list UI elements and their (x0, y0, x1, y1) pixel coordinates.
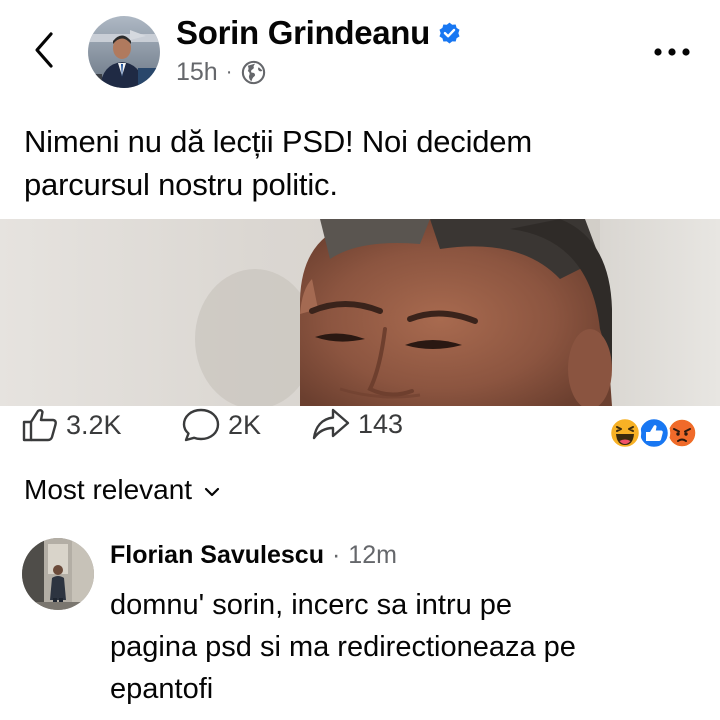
comment-sort-label: Most relevant (24, 474, 193, 505)
comment-text-line: pagina psd si ma redirectioneaza pe (110, 631, 576, 663)
comment-bubble-icon (182, 408, 220, 442)
comment-avatar[interactable] (22, 538, 94, 610)
post-text-line: Nimeni nu dă lecții PSD! Noi decidem (24, 124, 532, 159)
post-image[interactable] (0, 219, 720, 406)
author-avatar[interactable] (88, 16, 160, 88)
post-header: Sorin Grindeanu 15h · (0, 0, 720, 110)
more-options-icon (654, 48, 690, 56)
author-name-link[interactable]: Sorin Grindeanu (176, 14, 430, 52)
comment-text-line: epantofi (110, 673, 214, 705)
comment-text: domnu' sorin, incerc sa intru pe pagina … (110, 584, 690, 710)
angry-reaction-icon (666, 417, 698, 449)
post-time[interactable]: 15h (176, 58, 218, 87)
comment-header: Florian Savulescu · 12m (110, 541, 397, 570)
post-actions-bar: 3.2K 2K 143 (0, 406, 720, 450)
post-text-line: parcursul nostru politic. (24, 167, 338, 202)
more-options-button[interactable] (650, 40, 694, 64)
reactions-summary[interactable] (608, 416, 700, 450)
globe-icon (242, 60, 266, 85)
like-reaction-icon (637, 416, 671, 450)
comment-author[interactable]: Florian Savulescu (110, 541, 324, 570)
author-name: Sorin Grindeanu (176, 14, 462, 52)
comment-time: 12m (348, 541, 397, 569)
reaction-icons (608, 416, 698, 450)
comment-separator: · (331, 541, 341, 569)
like-button[interactable]: 3.2K (22, 408, 122, 442)
comment-sort-dropdown[interactable]: Most relevant (24, 474, 220, 506)
comment-button[interactable]: 2K (182, 408, 261, 442)
share-count: 143 (358, 408, 404, 439)
commenter-avatar-image (22, 538, 94, 610)
thumbs-up-icon (22, 409, 57, 442)
comment-count: 2K (228, 409, 262, 440)
verified-badge-icon (437, 21, 462, 46)
chevron-left-icon (35, 32, 53, 68)
back-button[interactable] (26, 30, 62, 70)
share-button[interactable]: 143 (312, 408, 403, 440)
post-text: Nimeni nu dă lecții PSD! Noi decidem par… (24, 120, 694, 206)
post-photo (0, 219, 720, 406)
meta-separator: · (225, 61, 233, 83)
chevron-down-icon (204, 487, 220, 497)
share-arrow-icon (312, 408, 350, 440)
post-meta: 15h · (176, 58, 266, 87)
author-avatar-image (88, 16, 160, 88)
like-count: 3.2K (66, 409, 122, 440)
haha-reaction-icon (608, 416, 642, 450)
comment-text-line: domnu' sorin, incerc sa intru pe (110, 589, 513, 621)
